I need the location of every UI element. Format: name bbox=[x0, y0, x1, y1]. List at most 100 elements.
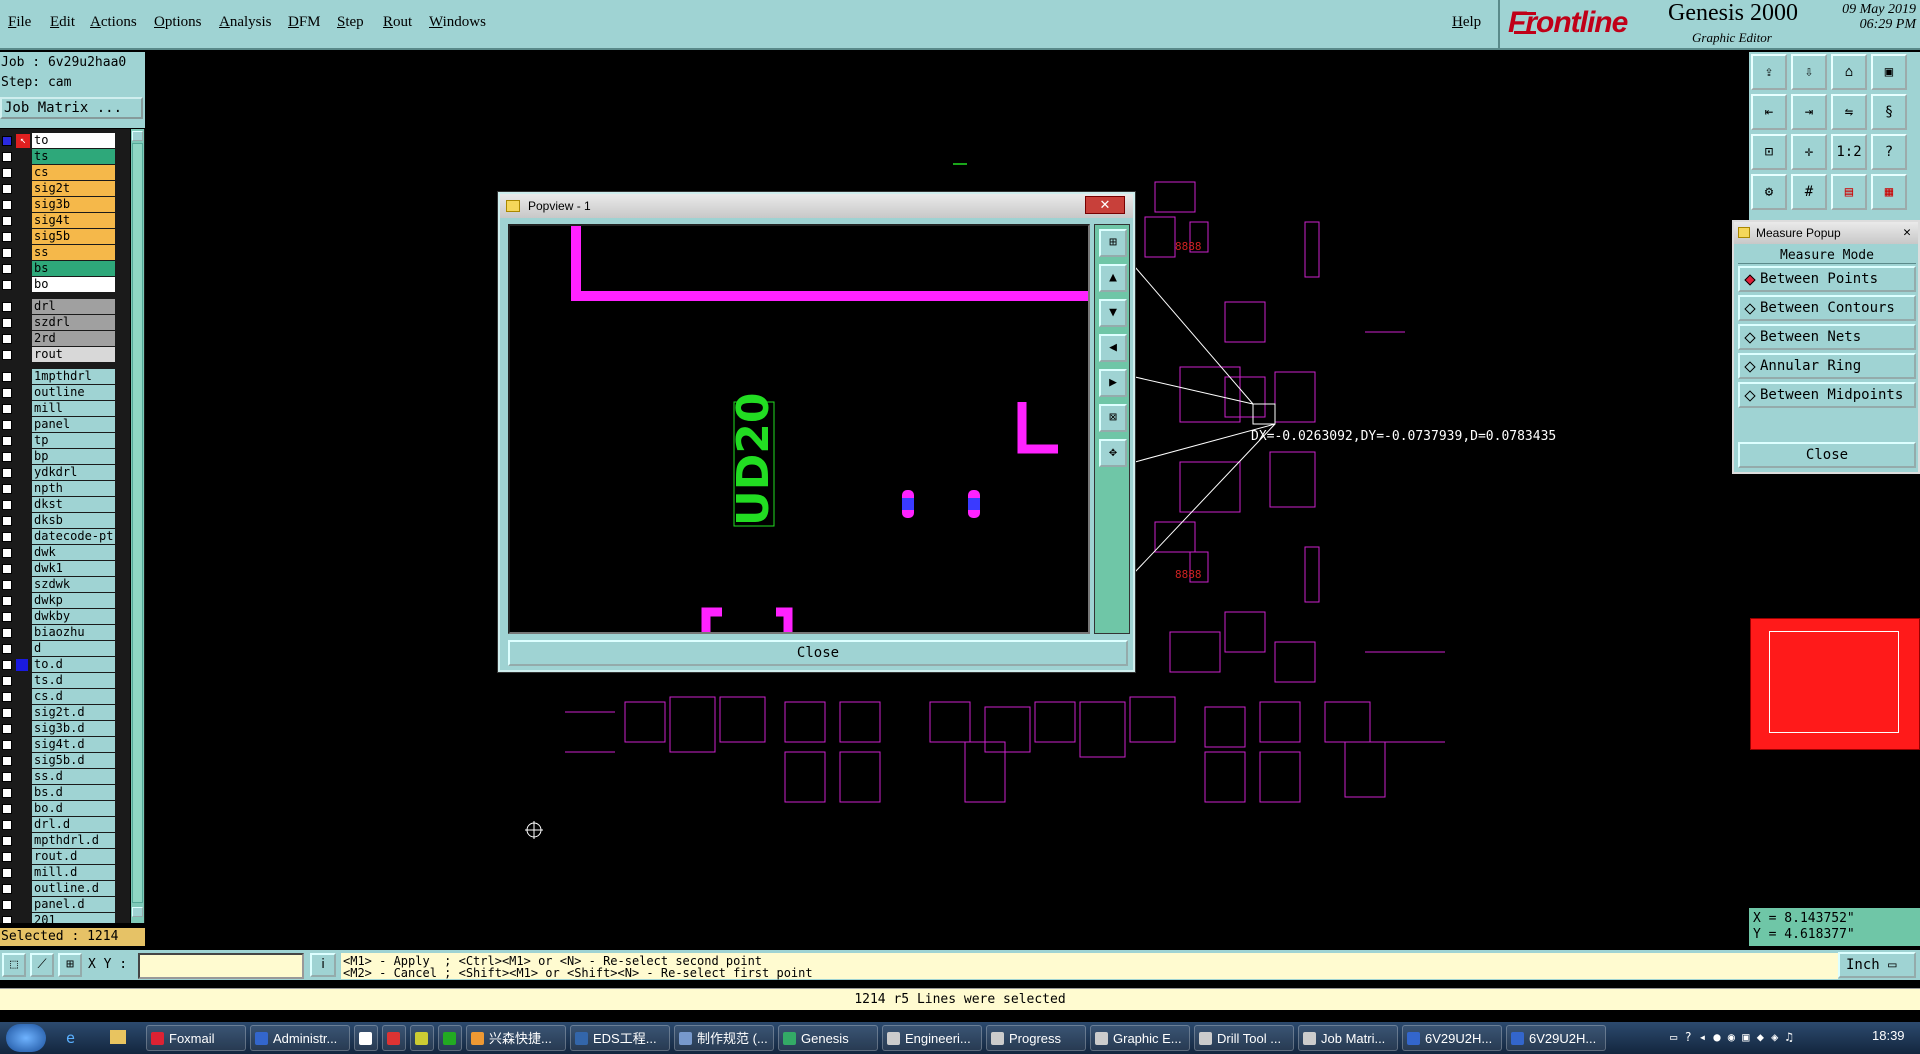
layer-checkbox[interactable] bbox=[2, 708, 12, 718]
layer-name[interactable]: d bbox=[32, 641, 115, 656]
layer-row[interactable]: rout.d bbox=[0, 849, 118, 865]
layer-row[interactable]: 1mpthdrl bbox=[0, 369, 118, 385]
layer-name[interactable]: biaozhu bbox=[32, 625, 115, 640]
layer-row[interactable]: tp bbox=[0, 433, 118, 449]
layer-checkbox[interactable] bbox=[2, 280, 12, 290]
layer-name[interactable]: 201 bbox=[32, 913, 115, 923]
layer-row[interactable]: szdrl bbox=[0, 315, 118, 331]
measure-tool-icon[interactable]: ⟋ bbox=[30, 953, 54, 977]
layer-row[interactable]: 201 bbox=[0, 913, 118, 923]
layer-name[interactable]: 1mpthdrl bbox=[32, 369, 115, 384]
layer-checkbox[interactable] bbox=[2, 532, 12, 542]
taskbar-item[interactable]: Drill Tool ... bbox=[1194, 1025, 1294, 1051]
taskbar-item[interactable]: 兴森快捷... bbox=[466, 1025, 566, 1051]
layer-name[interactable]: bo bbox=[32, 277, 115, 292]
scroll-down-arrow-icon[interactable] bbox=[132, 907, 143, 917]
layer-checkbox[interactable] bbox=[2, 596, 12, 606]
layer-name[interactable]: panel bbox=[32, 417, 115, 432]
layer-row[interactable]: bp bbox=[0, 449, 118, 465]
layer-checkbox[interactable] bbox=[2, 772, 12, 782]
layer-name[interactable]: bp bbox=[32, 449, 115, 464]
taskbar-item[interactable] bbox=[438, 1025, 462, 1051]
menu-dfm[interactable]: DFM bbox=[288, 14, 321, 31]
layer-name[interactable]: ss bbox=[32, 245, 115, 260]
layer-row[interactable]: rout bbox=[0, 347, 118, 363]
layer-checkbox[interactable] bbox=[2, 820, 12, 830]
layer-row[interactable]: dwkp bbox=[0, 593, 118, 609]
layer-checkbox[interactable] bbox=[2, 436, 12, 446]
layer-name[interactable]: szdwk bbox=[32, 577, 115, 592]
zoom-fit-icon[interactable]: ⊠ bbox=[1099, 404, 1127, 432]
layer-name[interactable]: rout bbox=[32, 347, 115, 362]
layer-checkbox[interactable] bbox=[2, 318, 12, 328]
layer-checkbox[interactable] bbox=[2, 500, 12, 510]
layer-name[interactable]: ts bbox=[32, 149, 115, 164]
zoom-1to1-icon[interactable]: 1:2 bbox=[1831, 134, 1867, 170]
taskbar-item[interactable] bbox=[382, 1025, 406, 1051]
layer-name[interactable]: cs.d bbox=[32, 689, 115, 704]
layer-name[interactable]: sig3b bbox=[32, 197, 115, 212]
taskbar-item[interactable]: Genesis bbox=[778, 1025, 878, 1051]
layer-row[interactable]: 2rd bbox=[0, 331, 118, 347]
scroll-up-arrow-icon[interactable] bbox=[132, 131, 143, 141]
layer-checkbox[interactable] bbox=[2, 452, 12, 462]
taskbar-item[interactable]: 6V29U2H... bbox=[1506, 1025, 1606, 1051]
layer-checkbox[interactable] bbox=[2, 676, 12, 686]
layer-list-scrollbar[interactable] bbox=[130, 129, 144, 923]
layer-name[interactable]: sig3b.d bbox=[32, 721, 115, 736]
minimap-viewport[interactable] bbox=[1769, 631, 1899, 733]
popview-close-button[interactable]: Close bbox=[508, 640, 1128, 666]
layer-row[interactable]: sig3b.d bbox=[0, 721, 118, 737]
layer-row[interactable]: sig4t.d bbox=[0, 737, 118, 753]
pan-up-icon[interactable]: ▲ bbox=[1099, 264, 1127, 292]
menu-analysis[interactable]: Analysis bbox=[219, 14, 272, 31]
measure-close-button[interactable]: Close bbox=[1738, 442, 1916, 468]
layers-red-icon[interactable]: ▤ bbox=[1831, 174, 1867, 210]
menu-actions[interactable]: Actions bbox=[90, 14, 137, 31]
layer-name[interactable]: bo.d bbox=[32, 801, 115, 816]
swap-icon[interactable]: ⇋ bbox=[1831, 94, 1867, 130]
layer-checkbox[interactable] bbox=[2, 836, 12, 846]
layer-row[interactable]: szdwk bbox=[0, 577, 118, 593]
layer-checkbox[interactable] bbox=[2, 660, 12, 670]
home-icon[interactable]: ⌂ bbox=[1831, 54, 1867, 90]
taskbar-item[interactable]: Graphic E... bbox=[1090, 1025, 1190, 1051]
taskbar-item[interactable]: Foxmail bbox=[146, 1025, 246, 1051]
menu-options[interactable]: Options bbox=[154, 14, 202, 31]
layer-checkbox[interactable] bbox=[2, 404, 12, 414]
layer-name[interactable]: dwk1 bbox=[32, 561, 115, 576]
layer-row[interactable]: drl bbox=[0, 299, 118, 315]
layer-checkbox[interactable] bbox=[2, 216, 12, 226]
taskbar-item[interactable] bbox=[410, 1025, 434, 1051]
system-tray-icons[interactable]: ▭ ? ◂ ● ◉ ▣ ◆ ◈ ♫ bbox=[1670, 1030, 1810, 1046]
layer-name[interactable]: bs.d bbox=[32, 785, 115, 800]
layer-name[interactable]: panel.d bbox=[32, 897, 115, 912]
layer-row[interactable]: mpthdrl.d bbox=[0, 833, 118, 849]
layer-row[interactable]: dkst bbox=[0, 497, 118, 513]
layer-row[interactable]: bo.d bbox=[0, 801, 118, 817]
scroll-thumb[interactable] bbox=[132, 143, 143, 903]
pan-right-icon[interactable]: ▶ bbox=[1099, 369, 1127, 397]
layer-checkbox[interactable] bbox=[2, 350, 12, 360]
layer-checkbox[interactable] bbox=[2, 548, 12, 558]
layer-checkbox[interactable] bbox=[2, 152, 12, 162]
layer-checkbox[interactable] bbox=[2, 884, 12, 894]
job-matrix-button[interactable]: Job Matrix ... bbox=[0, 97, 143, 119]
start-button-icon[interactable] bbox=[6, 1024, 46, 1052]
taskbar-item[interactable]: Job Matri... bbox=[1298, 1025, 1398, 1051]
layer-checkbox[interactable] bbox=[2, 248, 12, 258]
layer-checkbox[interactable] bbox=[2, 788, 12, 798]
layer-name[interactable]: ydkdrl bbox=[32, 465, 115, 480]
layer-row[interactable]: cs bbox=[0, 165, 118, 181]
layer-checkbox[interactable] bbox=[2, 900, 12, 910]
units-dropdown[interactable]: Inch ▭ bbox=[1838, 952, 1916, 978]
layer-checkbox[interactable] bbox=[2, 484, 12, 494]
help-icon[interactable]: ? bbox=[1871, 134, 1907, 170]
grid-snap-icon[interactable]: ⊞ bbox=[58, 953, 82, 977]
layer-checkbox[interactable] bbox=[2, 580, 12, 590]
layer-checkbox[interactable] bbox=[2, 852, 12, 862]
taskbar-item[interactable]: EDS工程... bbox=[570, 1025, 670, 1051]
layer-name[interactable]: szdrl bbox=[32, 315, 115, 330]
layer-checkbox[interactable] bbox=[2, 868, 12, 878]
measure-titlebar[interactable]: Measure Popup bbox=[1734, 222, 1918, 244]
